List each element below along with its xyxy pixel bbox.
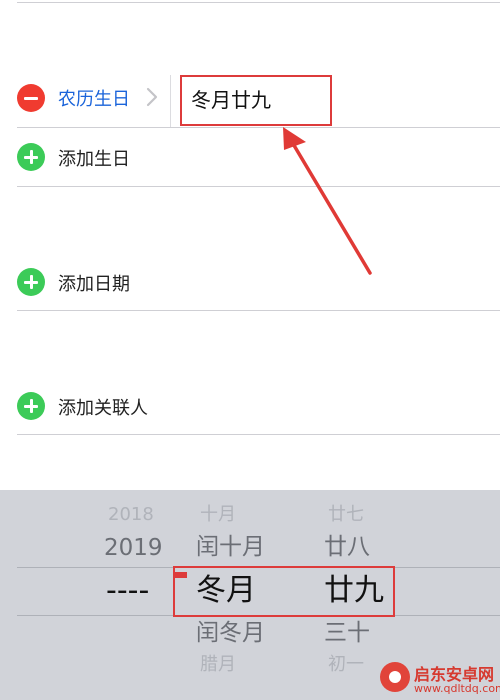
chevron-right-icon[interactable] (146, 87, 158, 107)
picker-month-item[interactable]: 闰十月 (196, 536, 265, 559)
add-related-person-label: 添加关联人 (58, 398, 148, 419)
highlight-box-picker (173, 566, 395, 617)
picker-year-item[interactable]: 2018 (108, 506, 154, 524)
divider (17, 127, 500, 128)
divider (17, 186, 500, 187)
picker-day-item[interactable]: 初一 (328, 656, 364, 674)
lunar-birthday-label[interactable]: 农历生日 (58, 85, 130, 111)
add-date-row[interactable]: 添加日期 (0, 262, 500, 302)
add-related-person-row[interactable]: 添加关联人 (0, 386, 500, 426)
divider (17, 310, 500, 311)
picker-month-item[interactable]: 十月 (200, 506, 236, 524)
highlight-box-value (180, 75, 332, 126)
picker-day-item[interactable]: 三十 (324, 622, 370, 645)
plus-circle-icon[interactable] (17, 268, 45, 296)
highlight-tag (173, 572, 187, 578)
watermark: 启东安卓网 www.qdltdq.com (380, 658, 500, 698)
picker-month-item[interactable]: 腊月 (200, 656, 236, 674)
plus-circle-icon[interactable] (17, 143, 45, 171)
picker-day-item[interactable]: 廿七 (328, 506, 364, 524)
add-date-label: 添加日期 (58, 274, 130, 295)
divider (17, 434, 500, 435)
plus-circle-icon[interactable] (17, 392, 45, 420)
watermark-url: www.qdltdq.com (414, 682, 500, 695)
divider-vertical (170, 75, 171, 127)
remove-lunar-birthday-button[interactable] (17, 84, 45, 112)
watermark-logo-icon (380, 662, 410, 692)
picker-month-item[interactable]: 闰冬月 (196, 622, 265, 645)
picker-year-selected[interactable]: ---- (106, 576, 149, 606)
picker-year-item[interactable]: 2019 (104, 537, 163, 560)
add-birthday-label: 添加生日 (58, 149, 130, 170)
add-birthday-row[interactable]: 添加生日 (0, 137, 500, 177)
picker-day-item[interactable]: 廿八 (324, 536, 370, 559)
divider-top (17, 2, 500, 3)
